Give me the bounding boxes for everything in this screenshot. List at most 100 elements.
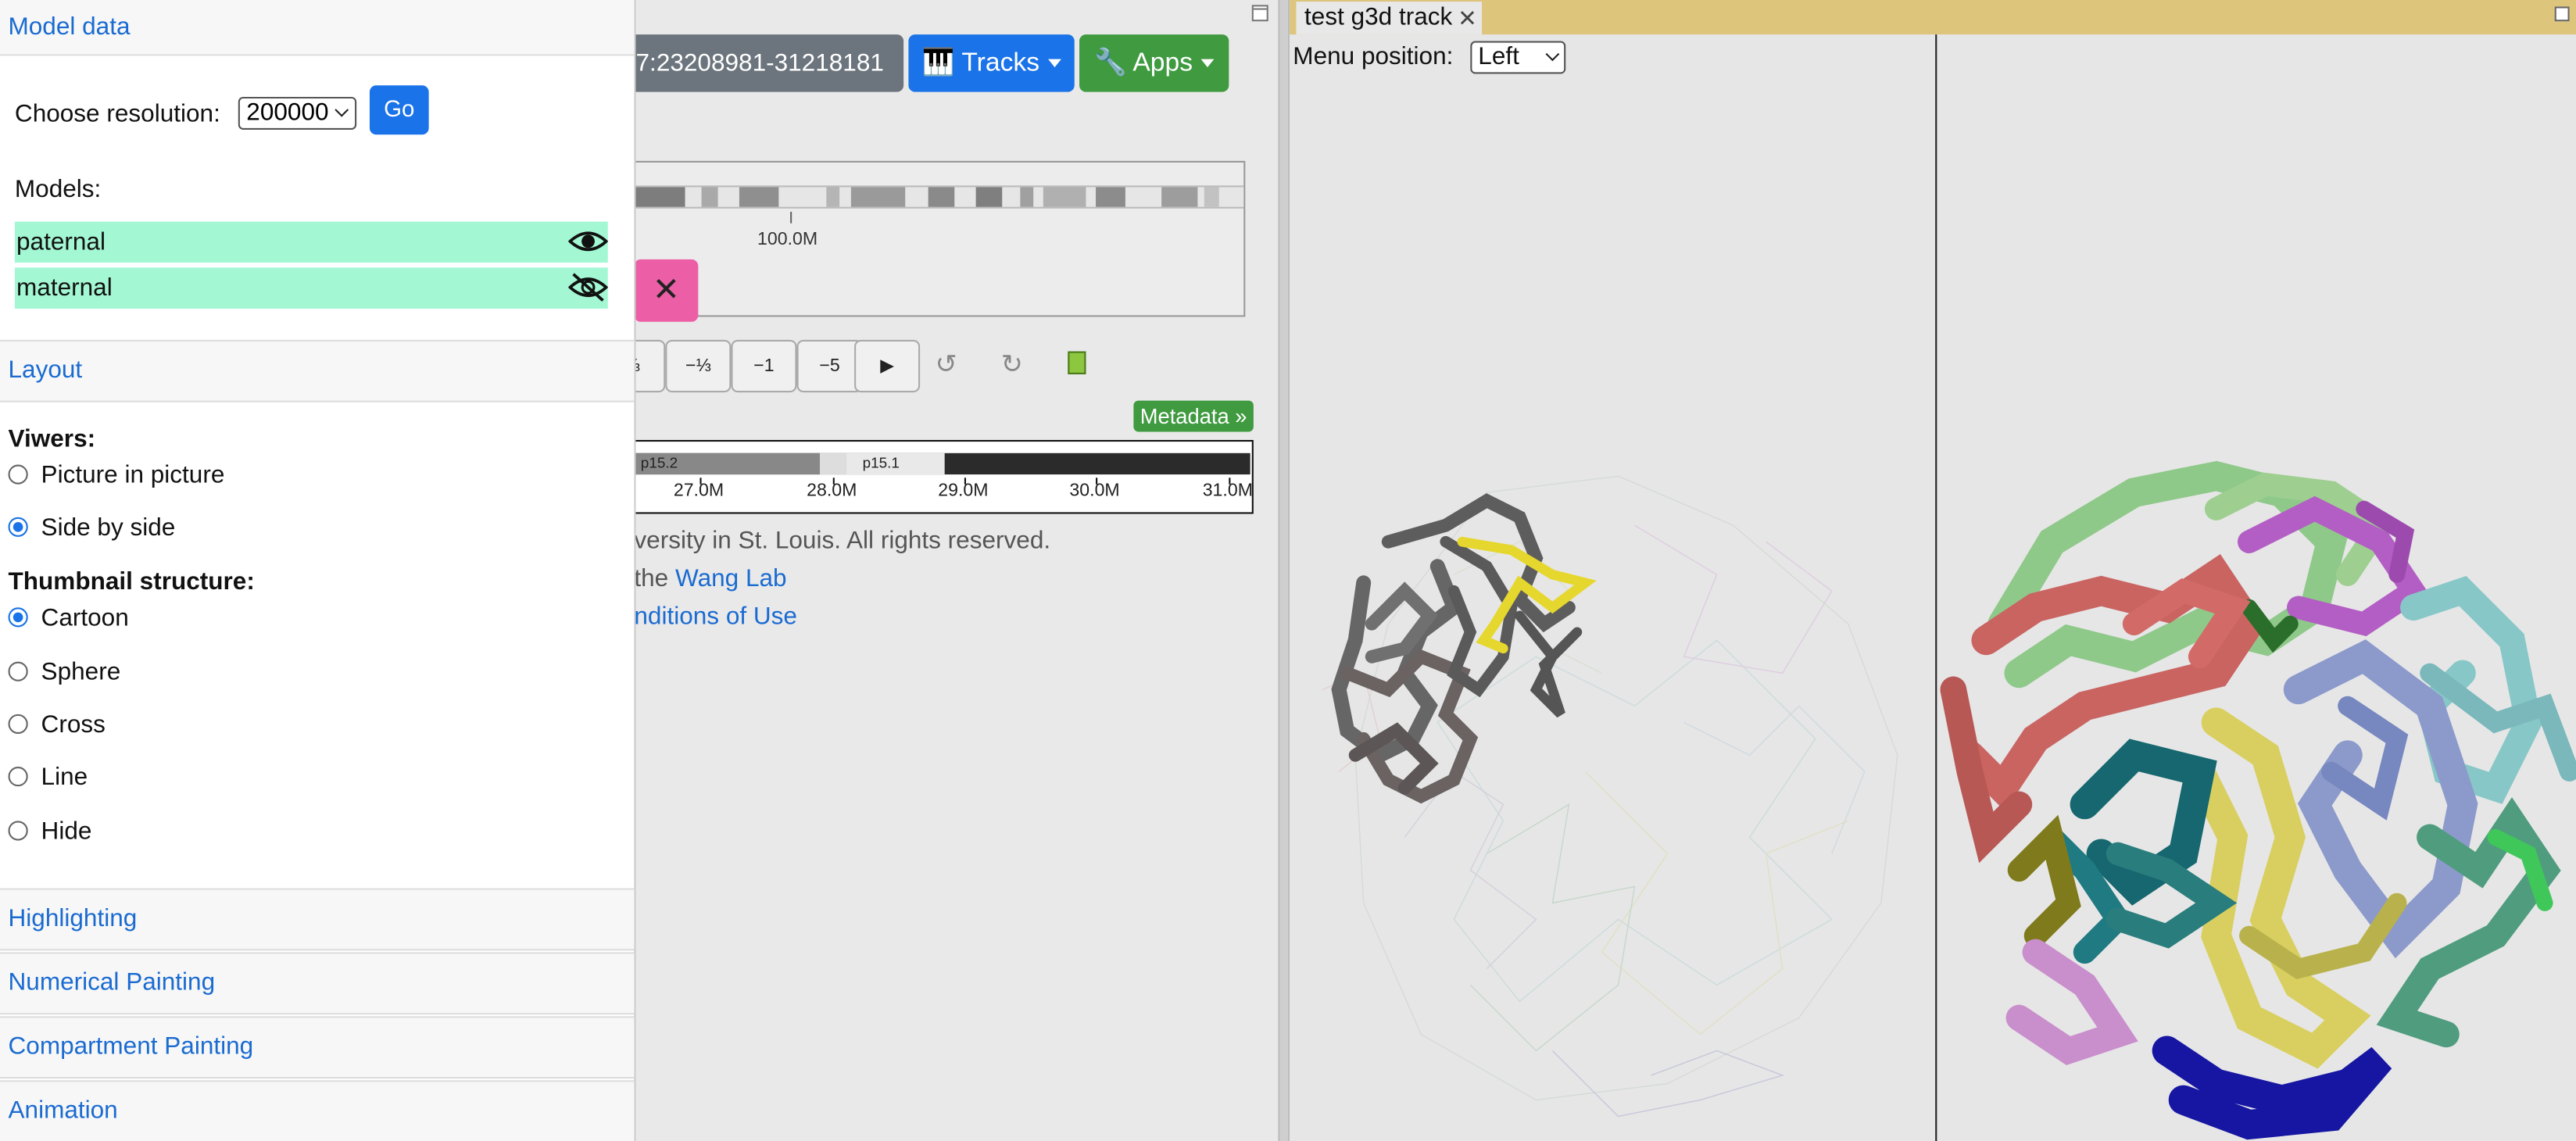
panel-tab-strip: test g3d track ✕ (1290, 0, 2576, 35)
eye-slash-icon[interactable] (568, 271, 608, 304)
layout-header[interactable]: Layout (0, 339, 635, 402)
option-label: Picture in picture (41, 461, 225, 490)
close-track-button[interactable]: ✕ (634, 259, 699, 322)
footer-credit: the Wang Lab (634, 565, 786, 593)
section-title: Numerical Painting (8, 968, 216, 997)
ideogram-band (1043, 187, 1086, 207)
ideogram-band (826, 187, 840, 207)
ruler-tick-label: 28.0M (807, 481, 857, 501)
thumbnail-option-cartoon[interactable]: Cartoon (8, 604, 129, 634)
ideogram-band (1204, 187, 1219, 207)
go-button[interactable]: Go (369, 85, 429, 135)
radio-icon (8, 464, 28, 485)
footer-credit-prefix: the (634, 564, 669, 593)
radio-icon (8, 767, 28, 787)
tracks-label: Tracks (961, 49, 1040, 77)
pane-maximize-icon[interactable] (1251, 5, 1268, 22)
full-structure-view[interactable] (1937, 443, 2576, 1141)
ruler-tick-label: 27.0M (673, 481, 724, 501)
menu-position-select[interactable]: Left (1469, 41, 1566, 74)
chevron-down-icon (335, 102, 349, 117)
radio-selected-icon (8, 607, 28, 628)
caret-down-icon (1047, 59, 1061, 68)
ideogram-band (739, 187, 779, 207)
ruler-tick-label: 30.0M (1069, 481, 1120, 501)
ruler-band: p15.1 (846, 452, 945, 475)
option-label: Line (41, 763, 88, 792)
pane-splitter[interactable] (1278, 0, 1290, 1141)
ideogram-tick (790, 211, 792, 224)
back-five-button[interactable]: −5 (796, 339, 863, 393)
footer-copyright: versity in St. Louis. All rights reserve… (634, 527, 1051, 556)
g3d-track-panel: test g3d track ✕ Menu position: Left (1290, 0, 2576, 1141)
nav-label: −5 (819, 356, 840, 377)
settings-sidebar: Model data Choose resolution: 200000 Go … (0, 0, 636, 1141)
thumbnail-option-hide[interactable]: Hide (8, 817, 92, 847)
radio-selected-icon (8, 517, 28, 537)
viewer-option-picture-in-picture[interactable]: Picture in picture (8, 461, 225, 491)
option-label: Sphere (41, 658, 121, 687)
book-icon[interactable] (1068, 351, 1086, 374)
resolution-value: 200000 (246, 98, 329, 127)
piano-icon: 🎹 (921, 49, 955, 77)
models-label: Models: (14, 175, 102, 204)
ideogram-band (1020, 187, 1034, 207)
section-title: Highlighting (8, 904, 138, 933)
view-divider (1935, 34, 1937, 1141)
thumbnail-option-cross[interactable]: Cross (8, 710, 106, 741)
back-one-button[interactable]: −1 (731, 339, 797, 393)
metadata-label: Metadata » (1140, 403, 1247, 429)
apps-menu-button[interactable]: 🔧 Apps (1079, 34, 1229, 92)
eye-icon[interactable] (568, 225, 608, 258)
thumbnail-option-line[interactable]: Line (8, 763, 88, 793)
animation-header[interactable]: Animation (0, 1080, 635, 1141)
model-name: paternal (16, 228, 106, 256)
ruler-tick-label: 31.0M (1202, 481, 1253, 501)
locus-display[interactable]: 7:23208981-31218181 (591, 34, 904, 92)
option-label: Cross (41, 710, 106, 739)
ideogram-band (1096, 187, 1125, 207)
play-button[interactable]: ▶ (854, 339, 921, 393)
wrench-icon: 🔧 (1093, 49, 1127, 77)
ruler-chromosome-bar: p15.2 p15.1 (635, 452, 1250, 475)
highlighting-header[interactable]: Highlighting (0, 888, 635, 951)
radio-icon (8, 714, 28, 735)
ideogram-band (928, 187, 955, 207)
undo-icon[interactable]: ↺ (914, 340, 979, 392)
thumbnail-option-sphere[interactable]: Sphere (8, 658, 121, 688)
radio-icon (8, 661, 28, 681)
apps-label: Apps (1132, 49, 1193, 77)
ideogram-tick-label: 100.0M (757, 230, 818, 250)
option-label: Cartoon (41, 604, 129, 632)
model-row-maternal[interactable]: maternal (14, 267, 608, 309)
ruler-track: p15.2 p15.1 27.0M 28.0M 29.0M 30.0M 31.0… (627, 439, 1254, 514)
tab-test-g3d-track[interactable]: test g3d track ✕ (1296, 2, 1483, 35)
nav-label: ▶ (880, 356, 895, 377)
menu-position-control: Menu position: Left (1293, 41, 1566, 74)
model-row-paternal[interactable]: paternal (14, 221, 608, 263)
model-name: maternal (16, 274, 113, 302)
back-third-button[interactable]: −⅓ (665, 339, 732, 393)
tracks-menu-button[interactable]: 🎹 Tracks (908, 34, 1075, 92)
numerical-painting-header[interactable]: Numerical Painting (0, 952, 635, 1015)
ruler-band (819, 452, 846, 475)
compartment-painting-header[interactable]: Compartment Painting (0, 1016, 635, 1079)
metadata-button[interactable]: Metadata » (1133, 400, 1254, 432)
viewer-option-side-by-side[interactable]: Side by side (8, 513, 176, 544)
ideogram-bar (635, 185, 1244, 209)
menu-position-value: Left (1478, 42, 1519, 71)
option-label: Hide (41, 817, 92, 846)
model-data-header[interactable]: Model data (0, 0, 635, 56)
paternal-structure-view[interactable] (1290, 427, 1935, 1141)
close-icon[interactable]: ✕ (1458, 2, 1477, 34)
wang-lab-link[interactable]: Wang Lab (675, 565, 787, 593)
chromosome-ideogram[interactable]: 100.0M (624, 160, 1246, 317)
terms-of-use-link[interactable]: nditions of Use (634, 603, 797, 631)
maximize-icon[interactable] (2554, 6, 2570, 22)
resolution-select[interactable]: 200000 (238, 96, 357, 130)
tab-title: test g3d track (1304, 3, 1453, 31)
option-label: Side by side (41, 513, 176, 542)
ideogram-band (1161, 187, 1198, 207)
ideogram-band (635, 187, 685, 207)
redo-icon[interactable]: ↻ (979, 340, 1045, 392)
